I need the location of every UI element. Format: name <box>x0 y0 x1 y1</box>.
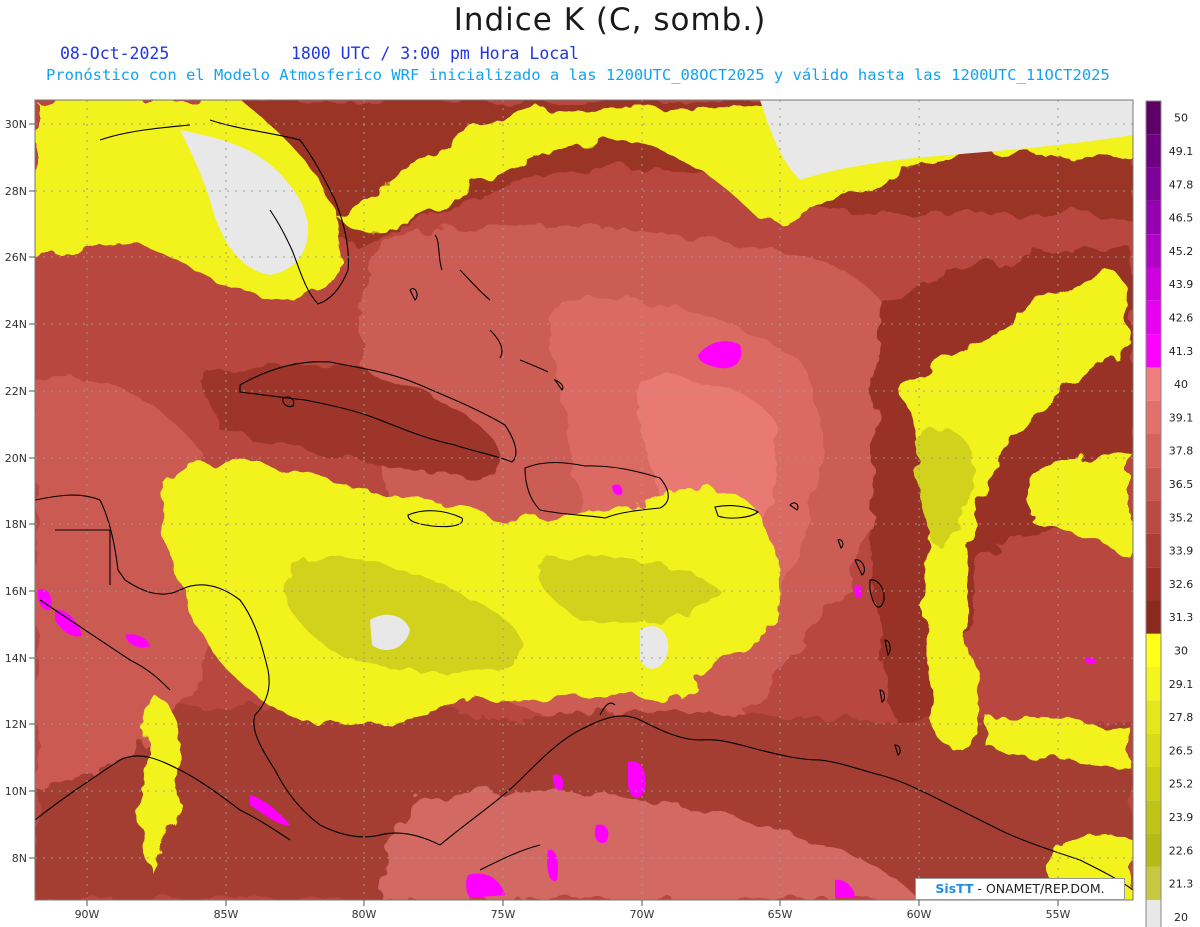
lat-tick-label: 8N <box>12 852 27 865</box>
colorbar-label: 32.6 <box>1169 578 1194 591</box>
sistt-logo: SisTT <box>935 881 974 896</box>
colorbar-label: 26.5 <box>1169 744 1194 757</box>
colorbar-swatch <box>1146 200 1161 235</box>
colorbar-swatch <box>1146 533 1161 568</box>
colorbar-label: 27.8 <box>1169 711 1194 724</box>
lon-tick-label: 90W <box>75 908 100 921</box>
colorbar-swatch <box>1146 833 1161 867</box>
colorbar-swatch <box>1146 633 1161 668</box>
longitude-axis: 90W 85W 80W 75W 70W 65W 60W 55W <box>75 900 1071 921</box>
colorbar-swatch <box>1146 234 1161 268</box>
colorbar-label: 30 <box>1174 644 1188 657</box>
lon-tick-label: 70W <box>630 908 655 921</box>
lat-tick-label: 16N <box>5 585 27 598</box>
colorbar-label: 49.1 <box>1169 145 1194 158</box>
colorbar-swatch <box>1146 167 1161 201</box>
lat-tick-label: 26N <box>5 251 27 264</box>
colorbar-label: 21.3 <box>1169 878 1194 891</box>
colorbar-label: 22.6 <box>1169 844 1194 857</box>
colorbar-label: 31.3 <box>1169 611 1194 624</box>
colorbar-swatch <box>1146 600 1161 634</box>
lat-tick-label: 10N <box>5 785 27 798</box>
colorbar-swatch <box>1146 866 1161 901</box>
credit-text: - ONAMET/REP.DOM. <box>973 881 1105 896</box>
colorbar-swatch <box>1146 134 1161 168</box>
colorbar-label: 25.2 <box>1169 778 1194 791</box>
colorbar-swatch <box>1146 400 1161 434</box>
colorbar-swatch <box>1146 267 1161 301</box>
colorbar-label: 20 <box>1174 911 1188 924</box>
colorbar-swatch <box>1146 101 1161 135</box>
lat-tick-label: 28N <box>5 185 27 198</box>
colorbar-label: 41.3 <box>1169 345 1194 358</box>
colorbar-swatch <box>1146 800 1161 834</box>
lon-tick-label: 85W <box>214 908 239 921</box>
colorbar-label: 47.8 <box>1169 178 1194 191</box>
weather-map: 90W 85W 80W 75W 70W 65W 60W 55W 30N 28N 26N 24N 22N… <box>5 99 1194 927</box>
colorbar-swatch <box>1146 334 1161 368</box>
lon-tick-label: 55W <box>1046 908 1071 921</box>
lon-tick-label: 80W <box>352 908 377 921</box>
lat-tick-label: 14N <box>5 652 27 665</box>
lon-tick-label: 75W <box>491 908 516 921</box>
lat-tick-label: 18N <box>5 518 27 531</box>
colorbar-label: 43.9 <box>1169 278 1194 291</box>
colorbar: 50 49.1 47.8 46.5 45.2 43.9 42.6 41.3 40 39.1 37.8… <box>1145 100 1194 927</box>
colorbar-label: 35.2 <box>1169 511 1194 524</box>
credit-label: SisTT - ONAMET/REP.DOM. <box>915 878 1125 900</box>
colorbar-swatch <box>1146 767 1161 801</box>
k-index-field <box>35 100 1133 900</box>
colorbar-label: 40 <box>1174 378 1188 391</box>
lon-tick-label: 65W <box>768 908 793 921</box>
latitude-axis: 30N 28N 26N 24N 22N 20N 18N 16N 14N 12N 10N 8N <box>5 118 35 865</box>
colorbar-swatch <box>1146 367 1161 401</box>
colorbar-label: 42.6 <box>1169 311 1194 324</box>
colorbar-label: 33.9 <box>1169 545 1194 558</box>
colorbar-swatch <box>1146 300 1161 335</box>
colorbar-swatch <box>1146 900 1161 927</box>
colorbar-label: 36.5 <box>1169 478 1194 491</box>
lat-tick-label: 24N <box>5 318 27 331</box>
lat-tick-label: 20N <box>5 452 27 465</box>
colorbar-swatch <box>1146 567 1161 601</box>
lat-tick-label: 12N <box>5 718 27 731</box>
colorbar-swatch <box>1146 700 1161 734</box>
colorbar-label: 29.1 <box>1169 678 1194 691</box>
colorbar-label: 37.8 <box>1169 445 1194 458</box>
colorbar-swatch <box>1146 667 1161 701</box>
colorbar-swatch <box>1146 434 1161 468</box>
colorbar-swatch <box>1146 467 1161 501</box>
lat-tick-label: 30N <box>5 118 27 131</box>
colorbar-label: 39.1 <box>1169 411 1194 424</box>
lat-tick-label: 22N <box>5 385 27 398</box>
colorbar-label: 23.9 <box>1169 811 1194 824</box>
lon-tick-label: 60W <box>907 908 932 921</box>
colorbar-label: 45.2 <box>1169 245 1194 258</box>
colorbar-swatch <box>1146 500 1161 534</box>
colorbar-label: 50 <box>1174 112 1188 125</box>
colorbar-label: 46.5 <box>1169 212 1194 225</box>
colorbar-swatch <box>1146 733 1161 767</box>
